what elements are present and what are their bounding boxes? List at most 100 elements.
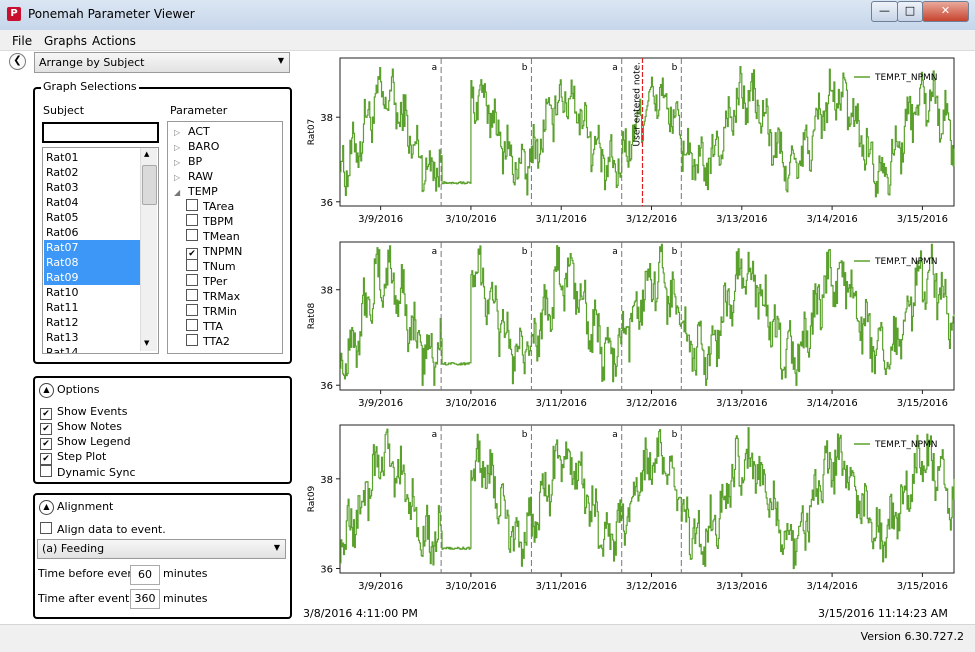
- alignment-collapse-button[interactable]: ▲: [39, 500, 54, 515]
- expanded-icon[interactable]: ◢: [174, 185, 184, 200]
- note-marker-label: User entered note.: [632, 62, 642, 146]
- option-step-plot[interactable]: ✔ Step Plot: [40, 450, 106, 465]
- parameter-item-label: TNum: [203, 260, 236, 273]
- parameter-header: Parameter: [170, 104, 228, 117]
- subject-list-item[interactable]: Rat11: [44, 300, 140, 315]
- checkbox-icon[interactable]: [186, 214, 198, 226]
- parameter-group-bp[interactable]: ▷ BP: [174, 154, 202, 169]
- checkbox-icon[interactable]: [186, 259, 198, 271]
- checkbox-checked-icon[interactable]: ✔: [40, 453, 52, 465]
- checkbox-checked-icon[interactable]: ✔: [40, 408, 52, 420]
- subject-list-item[interactable]: Rat13: [44, 330, 140, 345]
- subject-list-item[interactable]: Rat14: [44, 345, 140, 353]
- parameter-item[interactable]: TTA2: [186, 334, 230, 349]
- parameter-item[interactable]: TRMax: [186, 289, 240, 304]
- expand-icon[interactable]: ▷: [174, 125, 184, 140]
- legend-label: TEMP.T_NPMN: [874, 257, 938, 267]
- collapse-panel-button[interactable]: ❮: [9, 53, 26, 70]
- align-to-event-checkbox[interactable]: Align data to event.: [40, 522, 166, 536]
- subject-list-item[interactable]: Rat04: [44, 195, 140, 210]
- chart-rat07[interactable]: 36 38Rat07 3/9/2016 3/10/2016 3/11/2016 3/12/…: [307, 57, 955, 225]
- subject-list-scrollbar[interactable]: ▲ ▼: [140, 148, 157, 351]
- expand-icon[interactable]: ▷: [174, 170, 184, 185]
- parameter-item[interactable]: TMean: [186, 229, 240, 244]
- time-after-label: Time after event: [38, 592, 130, 605]
- maximize-button[interactable]: □: [897, 1, 923, 22]
- subject-list-item[interactable]: Rat12: [44, 315, 140, 330]
- time-end: 3/15/2016 11:14:23 AM: [818, 607, 948, 620]
- version-label: Version 6.30.727.2: [860, 630, 964, 643]
- x-tick-label: 3/13/2016: [716, 581, 767, 592]
- scroll-up-icon[interactable]: ▲: [144, 150, 149, 158]
- parameter-item[interactable]: TPer: [186, 274, 227, 289]
- parameter-item[interactable]: ✔ TNPMN: [186, 244, 242, 260]
- time-before-input[interactable]: 60: [130, 565, 160, 585]
- chevron-left-icon: ❮: [13, 55, 22, 66]
- parameter-item-label: TRMax: [203, 290, 241, 303]
- subject-search-input[interactable]: [42, 122, 159, 143]
- option-dynamic-sync[interactable]: Dynamic Sync: [40, 465, 136, 479]
- x-tick-label: 3/9/2016: [358, 398, 403, 409]
- menu-file[interactable]: File: [12, 34, 32, 48]
- menu-graphs[interactable]: Graphs: [44, 34, 87, 48]
- scroll-thumb[interactable]: [142, 165, 157, 205]
- subject-list-item[interactable]: Rat06: [44, 225, 140, 240]
- option-show-events[interactable]: ✔ Show Events: [40, 405, 127, 420]
- checkbox-icon[interactable]: [186, 319, 198, 331]
- scroll-down-icon[interactable]: ▼: [144, 339, 149, 347]
- parameter-group-baro[interactable]: ▷ BARO: [174, 139, 219, 154]
- x-tick-label: 3/14/2016: [806, 581, 857, 592]
- subject-list-item[interactable]: Rat07: [44, 240, 140, 255]
- parameter-group-temp[interactable]: ◢ TEMP: [174, 184, 218, 199]
- checkbox-icon[interactable]: [186, 304, 198, 316]
- chart-rat08[interactable]: 36 38Rat08 3/9/2016 3/10/2016 3/11/2016 3/12/…: [307, 241, 955, 409]
- parameter-item[interactable]: TTA: [186, 319, 223, 334]
- parameter-item[interactable]: TArea: [186, 199, 234, 214]
- arrange-dropdown[interactable]: Arrange by Subject ▼: [34, 52, 290, 73]
- x-tick-label: 3/10/2016: [445, 214, 496, 225]
- parameter-tree[interactable]: ▷ ACT ▷ BARO ▷ BP ▷ RAW ◢ TEMP TArea TBPM TMean ✔ TNPM…: [167, 121, 283, 354]
- checkbox-icon[interactable]: [186, 274, 198, 286]
- x-tick-label: 3/15/2016: [897, 581, 948, 592]
- x-tick-label: 3/12/2016: [626, 581, 677, 592]
- parameter-item[interactable]: TNum: [186, 259, 236, 274]
- event-dropdown[interactable]: (a) Feeding ▼: [37, 539, 286, 559]
- menu-actions[interactable]: Actions: [92, 34, 136, 48]
- checkbox-checked-icon[interactable]: ✔: [40, 423, 52, 435]
- parameter-item-label: TBPM: [203, 215, 234, 228]
- time-after-input[interactable]: 360: [130, 589, 160, 609]
- checkbox-icon[interactable]: [40, 465, 52, 477]
- option-show-legend[interactable]: ✔ Show Legend: [40, 435, 131, 450]
- event-selected: (a) Feeding: [42, 542, 105, 555]
- minimize-button[interactable]: —: [871, 1, 898, 22]
- charts-area[interactable]: 3638Rat073/9/2016 3/10/2016 3/11/2016 3/12/…: [300, 51, 975, 624]
- chart-rat09[interactable]: 36 38Rat09 3/9/2016 3/10/2016 3/11/2016 3/12/…: [307, 424, 955, 592]
- parameter-group-label: ACT: [188, 125, 210, 138]
- subject-list-item[interactable]: Rat10: [44, 285, 140, 300]
- subject-list-item[interactable]: Rat02: [44, 165, 140, 180]
- parameter-group-act[interactable]: ▷ ACT: [174, 124, 210, 139]
- parameter-group-raw[interactable]: ▷ RAW: [174, 169, 213, 184]
- subject-list-item[interactable]: Rat09: [44, 270, 140, 285]
- subject-list[interactable]: Rat01 Rat02 Rat03 Rat04 Rat05 Rat06 Rat07 Rat08…: [42, 147, 159, 354]
- checkbox-icon[interactable]: [186, 334, 198, 346]
- expand-icon[interactable]: ▷: [174, 155, 184, 170]
- close-icon: ✕: [940, 4, 951, 17]
- checkbox-icon[interactable]: [186, 289, 198, 301]
- subject-list-item[interactable]: Rat05: [44, 210, 140, 225]
- parameter-item[interactable]: TRMin: [186, 304, 237, 319]
- subject-list-item[interactable]: Rat08: [44, 255, 140, 270]
- event-marker-label: a: [432, 63, 438, 73]
- option-show-notes[interactable]: ✔ Show Notes: [40, 420, 122, 435]
- x-tick-label: 3/14/2016: [806, 398, 857, 409]
- checkbox-icon[interactable]: [186, 199, 198, 211]
- parameter-item[interactable]: TBPM: [186, 214, 233, 229]
- checkbox-checked-icon[interactable]: ✔: [40, 438, 52, 450]
- checkbox-icon[interactable]: [186, 229, 198, 241]
- subject-list-item[interactable]: Rat03: [44, 180, 140, 195]
- expand-icon[interactable]: ▷: [174, 140, 184, 155]
- options-collapse-button[interactable]: ▲: [39, 383, 54, 398]
- subject-list-item[interactable]: Rat01: [44, 150, 140, 165]
- x-tick-label: 3/12/2016: [626, 214, 677, 225]
- close-button[interactable]: ✕: [922, 1, 969, 22]
